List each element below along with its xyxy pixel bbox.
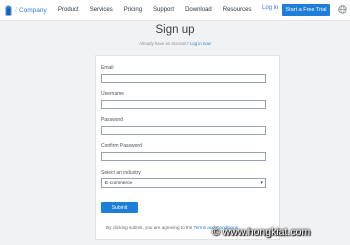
email-label: Email bbox=[101, 65, 114, 71]
chevron-down-icon: ▾ bbox=[260, 180, 263, 186]
logo-icon bbox=[5, 5, 12, 15]
submit-button[interactable]: Submit bbox=[101, 202, 138, 213]
nav-item-resources[interactable]: Resources bbox=[223, 7, 252, 13]
username-field[interactable] bbox=[101, 100, 266, 109]
brand-name: Company bbox=[18, 6, 47, 14]
login-now-link[interactable]: Log in now bbox=[190, 41, 211, 46]
username-label: Username bbox=[101, 91, 125, 97]
nav-item-support[interactable]: Support bbox=[153, 7, 174, 13]
login-link[interactable]: Log in bbox=[262, 5, 278, 11]
industry-label: Select an industry bbox=[101, 170, 141, 176]
main-nav: Product Services Pricing Support Downloa… bbox=[58, 0, 262, 20]
industry-select[interactable]: E-commerce ▾ bbox=[101, 178, 266, 188]
confirm-password-field[interactable] bbox=[101, 152, 266, 161]
login-prompt: Already have an account? Log in now bbox=[0, 41, 350, 46]
confirm-password-label: Confirm Password bbox=[101, 143, 142, 149]
brand-logo[interactable]: / Company bbox=[5, 4, 47, 16]
page-title: Sign up bbox=[155, 24, 195, 36]
email-field[interactable] bbox=[101, 74, 266, 83]
password-field[interactable] bbox=[101, 126, 266, 135]
site-header: / Company Product Services Pricing Suppo… bbox=[0, 0, 350, 21]
login-prompt-text: Already have an account? bbox=[139, 41, 189, 46]
watermark: © www.hongkiat.com bbox=[212, 226, 311, 238]
logo-separator: / bbox=[15, 6, 17, 14]
nav-item-product[interactable]: Product bbox=[58, 7, 79, 13]
globe-icon[interactable] bbox=[338, 5, 347, 14]
signup-form: Email Username Password Confirm Password… bbox=[95, 55, 280, 240]
password-label: Password bbox=[101, 117, 123, 123]
free-trial-button[interactable]: Start a Free Trial bbox=[282, 4, 330, 16]
nav-item-download[interactable]: Download bbox=[185, 7, 212, 13]
terms-text: By clicking submit, you are agreeing to … bbox=[106, 225, 193, 230]
nav-item-pricing[interactable]: Pricing bbox=[124, 7, 142, 13]
industry-selected-value: E-commerce bbox=[105, 180, 133, 186]
nav-item-services[interactable]: Services bbox=[90, 7, 113, 13]
